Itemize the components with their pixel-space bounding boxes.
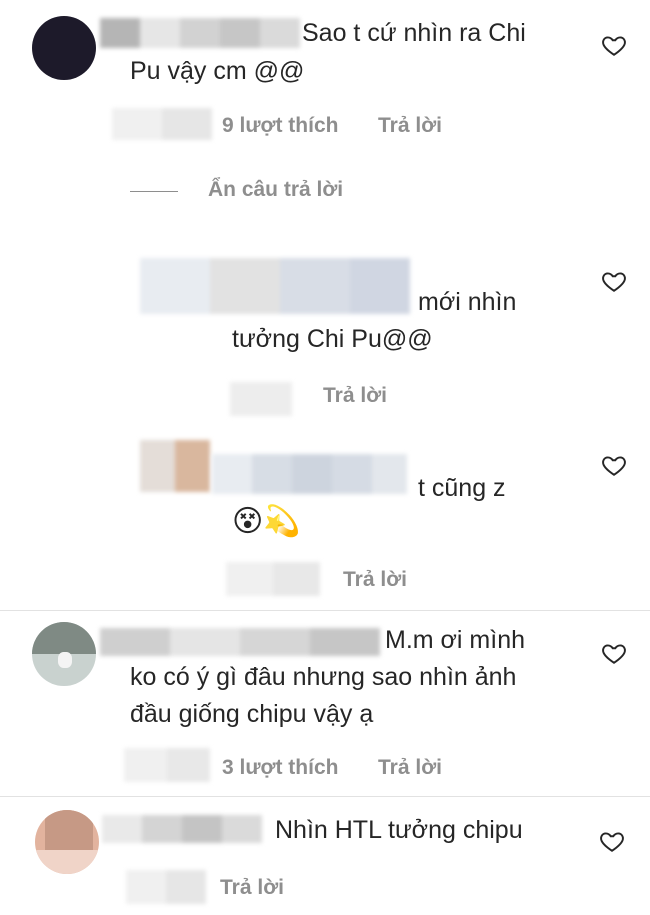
redacted-timestamp (112, 108, 212, 140)
reply-button[interactable]: Trả lời (323, 384, 387, 408)
dizzy-face-emoji: 😵💫 (232, 505, 301, 538)
comment-text-line: Nhìn HTL tưởng chipu (275, 816, 523, 844)
redacted-avatar (140, 258, 410, 314)
heart-icon[interactable] (600, 640, 628, 666)
redacted-username (100, 18, 300, 48)
redacted-username (100, 628, 380, 656)
redacted-timestamp (230, 382, 292, 416)
heart-icon[interactable] (600, 452, 628, 478)
comment-text-line: Sao t cứ nhìn ra Chi (302, 19, 526, 47)
hide-replies-button[interactable]: Ẩn câu trả lời (208, 178, 343, 202)
avatar[interactable] (32, 622, 96, 686)
likes-count[interactable]: 3 lượt thích (222, 756, 338, 780)
section-divider (0, 796, 650, 797)
redacted-timestamp (124, 748, 210, 782)
reply-button[interactable]: Trả lời (378, 756, 442, 780)
avatar[interactable] (32, 16, 96, 80)
heart-icon[interactable] (600, 268, 628, 294)
reply-button[interactable]: Trả lời (220, 876, 284, 900)
redacted-username (212, 454, 407, 494)
comment-text-line: Pu vậy cm @@ (130, 57, 305, 85)
likes-count[interactable]: 9 lượt thích (222, 114, 338, 138)
comment-text-line: M.m ơi mình (385, 626, 526, 654)
comment-text-line: mới nhìn (418, 288, 517, 316)
reply-button[interactable]: Trả lời (378, 114, 442, 138)
section-divider (0, 610, 650, 611)
comment-text-line: tưởng Chi Pu@@ (232, 325, 433, 353)
hide-replies-line (130, 191, 178, 192)
redacted-avatar (140, 440, 210, 492)
heart-icon[interactable] (598, 828, 626, 854)
comment-text-line: ko có ý gì đâu nhưng sao nhìn ảnh (130, 663, 517, 691)
redacted-username (102, 815, 262, 843)
heart-icon[interactable] (600, 32, 628, 58)
avatar[interactable] (35, 810, 99, 874)
comment-text-line: đầu giống chipu vậy ạ (130, 700, 374, 728)
redacted-timestamp (226, 562, 320, 596)
redacted-timestamp (126, 870, 206, 904)
reply-button[interactable]: Trả lời (343, 568, 407, 592)
comment-text-line: t cũng z (418, 474, 506, 502)
